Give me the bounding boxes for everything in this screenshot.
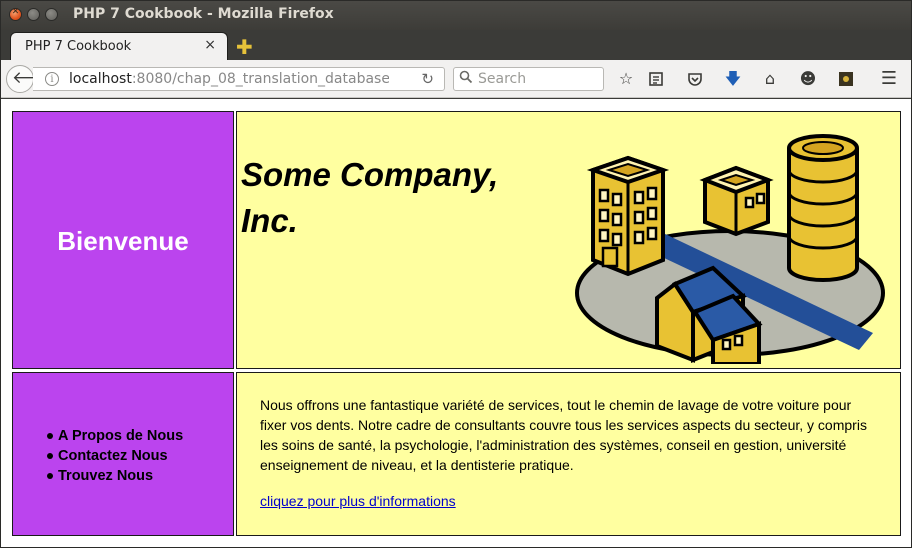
window-minimize-button[interactable] — [27, 8, 40, 21]
info-icon[interactable]: i — [45, 72, 59, 86]
reading-list-icon[interactable] — [646, 69, 666, 89]
window-title: PHP 7 Cookbook - Mozilla Firefox — [73, 6, 334, 22]
services-paragraph: Nous offrons une fantastique variété de … — [260, 397, 867, 473]
company-buildings-illustration — [575, 134, 885, 364]
window-titlebar: ✕ PHP 7 Cookbook - Mozilla Firefox — [0, 0, 912, 30]
reload-icon[interactable]: ↻ — [421, 70, 434, 88]
window-maximize-button[interactable] — [45, 8, 58, 21]
tab-title: PHP 7 Cookbook — [25, 39, 132, 54]
search-placeholder: Search — [478, 71, 527, 87]
pocket-icon[interactable] — [685, 69, 705, 89]
nav-item-about[interactable]: A Propos de Nous — [46, 426, 183, 446]
navigation-toolbar: 🡐 i localhost:8080/chap_08_translation_d… — [0, 60, 912, 98]
url-bar[interactable]: i localhost:8080/chap_08_translation_dat… — [33, 67, 445, 91]
hamburger-menu-icon[interactable]: ☰ — [879, 69, 899, 89]
company-header-cell: Some Company, Inc. — [236, 111, 901, 369]
company-name: Some Company, Inc. — [241, 152, 541, 244]
tab-close-icon[interactable]: × — [204, 37, 216, 53]
url-host: localhost — [69, 71, 132, 87]
bookmark-star-icon[interactable]: ☆ — [616, 69, 636, 89]
emoji-icon[interactable]: ☻ — [798, 69, 818, 89]
search-input[interactable]: Search — [453, 67, 604, 91]
tab-php-cookbook[interactable]: PHP 7 Cookbook × — [10, 32, 228, 62]
search-icon — [459, 70, 473, 84]
url-path: :8080/chap_08_translation_database.p — [131, 71, 389, 87]
content-cell: Nous offrons une fantastique variété de … — [236, 372, 901, 536]
back-button[interactable]: 🡐 — [6, 65, 58, 93]
welcome-cell: Bienvenue — [12, 111, 234, 369]
extension-icon[interactable] — [836, 69, 856, 89]
navigation-cell: A Propos de Nous Contactez Nous Trouvez … — [12, 372, 234, 536]
welcome-heading: Bienvenue — [57, 226, 189, 256]
tab-strip: PHP 7 Cookbook × ✚ — [0, 30, 912, 62]
more-info-link[interactable]: cliquez pour plus d'informations — [260, 493, 456, 509]
company-name-line1: Some Company, — [241, 156, 499, 193]
home-icon[interactable]: ⌂ — [760, 69, 780, 89]
nav-item-find-us[interactable]: Trouvez Nous — [46, 466, 183, 486]
company-name-line2: Inc. — [241, 202, 298, 239]
page-content: Bienvenue Some Company, Inc. A Propos de… — [0, 99, 912, 548]
window-close-button[interactable]: ✕ — [9, 7, 22, 21]
url-text[interactable]: localhost:8080/chap_08_translation_datab… — [69, 71, 389, 87]
new-tab-icon[interactable]: ✚ — [236, 35, 253, 59]
nav-list: A Propos de Nous Contactez Nous Trouvez … — [46, 426, 183, 486]
downloads-icon[interactable]: 🡇 — [723, 69, 743, 89]
nav-item-contact[interactable]: Contactez Nous — [46, 446, 183, 466]
close-icon: ✕ — [11, 7, 20, 17]
